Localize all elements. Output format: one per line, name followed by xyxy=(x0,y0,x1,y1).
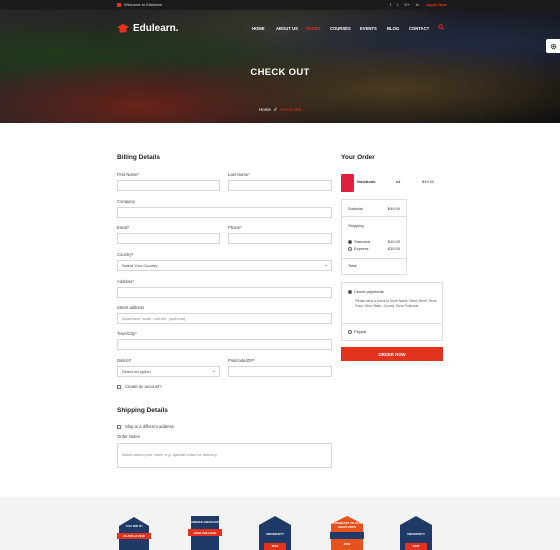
badge-class-of-2016: YOU DID IT! CLASS of 2016 xyxy=(117,516,151,550)
order-now-button[interactable]: ORDER NOW xyxy=(341,347,443,361)
linkedin-icon[interactable]: in xyxy=(416,2,419,7)
subtotal-row: Subtotal $49.00 xyxy=(348,206,400,211)
first-name-input[interactable] xyxy=(117,180,220,191)
nav-about-us[interactable]: ABOUT US xyxy=(276,26,306,31)
last-name-label: Last Name* xyxy=(228,172,250,177)
first-name-label: First Name* xyxy=(117,172,140,177)
company-label: Company xyxy=(117,199,135,204)
order-notes-textarea[interactable]: Notes about your order, e.g. special not… xyxy=(117,443,332,468)
district-select[interactable]: Select an option xyxy=(117,366,220,377)
address-label: Address* xyxy=(117,279,134,284)
settings-gear-button[interactable] xyxy=(546,39,560,53)
order-item: Notebook x1 $49.00 xyxy=(341,174,443,192)
ship-different-checkbox[interactable]: Ship to a different address xyxy=(117,424,174,429)
town-label: Town/City* xyxy=(117,331,137,336)
postcode-label: Postcode/ZIP* xyxy=(228,358,255,363)
total-row: Total xyxy=(348,263,357,268)
welcome-message: Welcome to Edulearn xyxy=(117,2,162,7)
badge-university-2016-a: UNIVERSITY 2016 xyxy=(258,516,292,550)
nav-blog[interactable]: BLOG xyxy=(387,26,409,31)
graduation-cap-icon xyxy=(117,23,129,32)
postcode-input[interactable] xyxy=(228,366,332,377)
town-input[interactable] xyxy=(117,339,332,350)
shipping-row: Shipping xyxy=(348,223,364,228)
express-radio[interactable] xyxy=(348,246,352,251)
breadcrumb: Home // Check Out xyxy=(258,107,302,112)
search-icon[interactable] xyxy=(438,24,444,30)
item-price: $49.00 xyxy=(422,179,435,184)
country-select[interactable]: Select Your Country xyxy=(117,260,332,271)
address-input[interactable] xyxy=(117,287,332,298)
company-input[interactable] xyxy=(117,207,332,218)
logo-text: Edulearn. xyxy=(133,23,179,34)
payment-note: Please send a check to Store Name, Store… xyxy=(355,299,437,308)
paypal-option[interactable]: Paypal xyxy=(348,329,366,334)
country-label: Country* xyxy=(117,252,134,257)
main-nav: HOME ABOUT US PAGES COURSES EVENTS BLOG … xyxy=(252,26,433,31)
payment-methods: Check payments Please send a check to St… xyxy=(341,282,443,341)
nav-home[interactable]: HOME xyxy=(252,26,276,31)
email-field[interactable] xyxy=(117,233,220,244)
nav-pages[interactable]: PAGES xyxy=(306,26,330,31)
standard-radio[interactable] xyxy=(348,239,352,244)
breadcrumb-current: Check Out xyxy=(279,107,302,112)
nav-contact[interactable]: CONTACT xyxy=(409,26,433,31)
item-quantity: x1 xyxy=(396,179,401,184)
order-notes-label: Order Notes xyxy=(117,434,140,439)
page-hero: Edulearn. HOME ABOUT US PAGES COURSES EV… xyxy=(0,10,560,123)
nav-courses[interactable]: COURSES xyxy=(330,26,360,31)
check-payments-radio[interactable] xyxy=(348,289,352,294)
badge-congrats-graduates: CONGRATS TO OUR GRADUATES 2016 xyxy=(330,516,364,550)
gear-icon xyxy=(550,43,556,49)
item-name: Notebook xyxy=(357,179,376,184)
create-account-checkbox[interactable]: Create an account? xyxy=(117,384,162,389)
social-links: f t G+ in xyxy=(390,2,419,7)
phone-field[interactable] xyxy=(228,233,332,244)
facebook-icon[interactable]: f xyxy=(390,2,391,7)
street-label: Street address xyxy=(117,305,145,310)
site-logo[interactable]: Edulearn. xyxy=(117,23,179,34)
district-label: District* xyxy=(117,358,132,363)
last-name-input[interactable] xyxy=(228,180,332,191)
nav-events[interactable]: EVENTS xyxy=(360,26,387,31)
badge-university-2016-b: UNIVERSITY 2016 xyxy=(399,516,433,550)
email-label: Email* xyxy=(117,225,130,230)
billing-title: Billing Details xyxy=(117,154,160,161)
welcome-text: Welcome to Edulearn xyxy=(124,2,163,7)
badge-shield-icon xyxy=(117,517,151,550)
page-title: CHECK OUT xyxy=(250,67,310,78)
check-payments-option[interactable]: Check payments xyxy=(348,289,384,294)
street-input[interactable]: Apartment, suite, unit etc. (optional) xyxy=(117,313,332,324)
standard-shipping-option[interactable]: Standard $10.00 xyxy=(348,239,400,244)
express-shipping-option[interactable]: Express $15.00 xyxy=(348,246,400,251)
notebook-thumbnail xyxy=(341,174,354,192)
breadcrumb-home[interactable]: Home xyxy=(259,107,271,112)
order-title: Your Order xyxy=(341,154,375,161)
graduation-badges-section: YOU DID IT! CLASS of 2016 SCIENCE GRADUA… xyxy=(0,497,560,550)
paypal-radio[interactable] xyxy=(348,329,352,334)
top-bar: Welcome to Edulearn f t G+ in Apply Now xyxy=(0,0,560,10)
twitter-icon[interactable]: t xyxy=(397,2,398,7)
badge-science-graduate: SCIENCE GRADUATE HIGH COLLEGE xyxy=(188,516,222,550)
apply-now-link[interactable]: Apply Now xyxy=(426,2,447,7)
google-plus-icon[interactable]: G+ xyxy=(404,2,409,7)
phone-label: Phone* xyxy=(228,225,242,230)
order-totals: Subtotal $49.00 Shipping Standard $10.00… xyxy=(341,199,407,275)
mail-icon xyxy=(117,2,121,7)
shipping-title: Shipping Details xyxy=(117,407,168,414)
